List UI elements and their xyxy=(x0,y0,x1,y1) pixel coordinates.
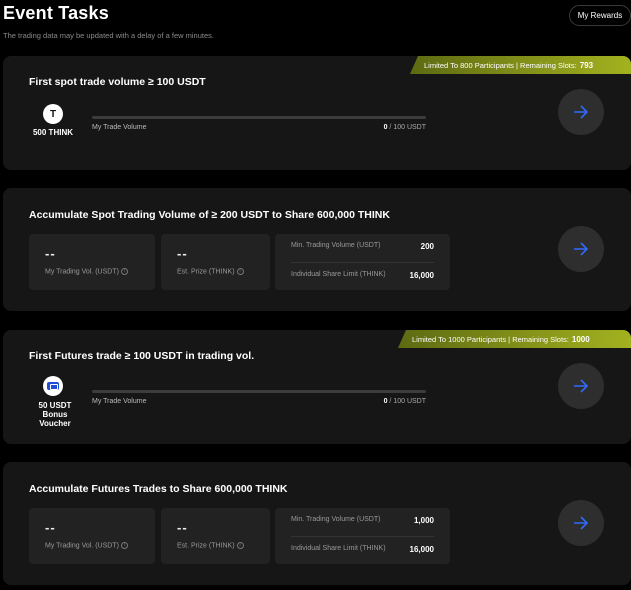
task-title: First Futures trade ≥ 100 USDT in tradin… xyxy=(29,350,255,362)
reward-label: 50 USDT Bonus Voucher xyxy=(25,401,85,428)
my-trading-vol-value: -- xyxy=(45,246,56,261)
arrow-right-icon xyxy=(574,105,589,119)
est-prize-box: -- Est. Prize (THINK) i xyxy=(161,508,270,564)
my-trading-vol-value: -- xyxy=(45,520,56,535)
my-trading-vol-label: My Trading Vol. (USDT) xyxy=(45,542,119,550)
token-letter: T xyxy=(49,108,57,120)
page-title: Event Tasks xyxy=(3,3,109,23)
data-delay-notice: The trading data may be updated with a d… xyxy=(3,31,214,40)
task-requirements-box: Min. Trading Volume (USDT) 200 Individual… xyxy=(275,234,450,290)
progress-value: 0 / 100 USDT xyxy=(346,398,426,405)
progress-label: My Trade Volume xyxy=(92,124,147,131)
min-volume-value: 200 xyxy=(420,242,434,251)
progress-label: My Trade Volume xyxy=(92,398,147,405)
task-card-spot-first-trade: Limited To 800 Participants | Remaining … xyxy=(3,56,631,170)
my-rewards-button[interactable]: My Rewards xyxy=(569,5,631,26)
info-icon[interactable]: i xyxy=(120,268,128,275)
arrow-right-icon xyxy=(574,379,589,393)
my-trading-vol-label: My Trading Vol. (USDT) xyxy=(45,268,119,276)
go-to-task-button[interactable] xyxy=(558,500,604,546)
voucher-icon xyxy=(43,376,63,396)
banner-text: Limited To 800 Participants | Remaining … xyxy=(424,60,577,70)
min-volume-value: 1,000 xyxy=(413,516,434,525)
info-icon[interactable]: i xyxy=(120,542,128,549)
reward-label-line: Voucher xyxy=(39,419,71,428)
task-card-futures-first-trade: Limited To 1000 Participants | Remaining… xyxy=(3,330,631,444)
arrow-right-icon xyxy=(574,242,589,256)
info-icon[interactable]: i xyxy=(236,542,244,549)
est-prize-value: -- xyxy=(177,246,188,261)
reward-label-line: 50 USDT xyxy=(38,401,72,410)
think-token-icon: T xyxy=(43,104,63,124)
share-limit-label: Individual Share Limit (THINK) xyxy=(291,271,386,278)
participant-limit-banner: Limited To 800 Participants | Remaining … xyxy=(410,56,631,74)
my-trading-vol-box: -- My Trading Vol. (USDT) i xyxy=(29,508,155,564)
arrow-right-icon xyxy=(574,516,589,530)
go-to-task-button[interactable] xyxy=(558,226,604,272)
task-card-spot-accumulate: Accumulate Spot Trading Volume of ≥ 200 … xyxy=(3,188,631,311)
task-card-futures-accumulate: Accumulate Futures Trades to Share 600,0… xyxy=(3,462,631,585)
est-prize-label: Est. Prize (THINK) xyxy=(177,268,235,276)
progress-total: / 100 USDT xyxy=(387,398,426,405)
banner-text: Limited To 1000 Participants | Remaining… xyxy=(412,334,569,344)
min-volume-label: Min. Trading Volume (USDT) xyxy=(291,516,381,523)
task-title: Accumulate Futures Trades to Share 600,0… xyxy=(29,483,288,495)
task-requirements-box: Min. Trading Volume (USDT) 1,000 Individu… xyxy=(275,508,450,564)
est-prize-value: -- xyxy=(177,520,188,535)
go-to-task-button[interactable] xyxy=(558,363,604,409)
go-to-task-button[interactable] xyxy=(558,89,604,135)
task-title: Accumulate Spot Trading Volume of ≥ 200 … xyxy=(29,209,390,221)
page-header: Event Tasks The trading data may be upda… xyxy=(0,0,631,50)
divider xyxy=(291,262,434,263)
remaining-slots: 793 xyxy=(579,60,594,70)
progress-value: 0 / 100 USDT xyxy=(346,124,426,131)
progress-total: / 100 USDT xyxy=(387,124,426,131)
reward-label: 500 THINK xyxy=(32,128,73,137)
progress-bar xyxy=(92,390,426,393)
min-volume-label: Min. Trading Volume (USDT) xyxy=(291,242,381,249)
reward-label-line: Bonus xyxy=(42,410,68,419)
participant-limit-banner: Limited To 1000 Participants | Remaining… xyxy=(398,330,631,348)
info-icon[interactable]: i xyxy=(236,268,244,275)
remaining-slots: 1000 xyxy=(571,334,590,344)
my-trading-vol-box: -- My Trading Vol. (USDT) i xyxy=(29,234,155,290)
divider xyxy=(291,536,434,537)
est-prize-label: Est. Prize (THINK) xyxy=(177,542,235,550)
share-limit-value: 16,000 xyxy=(409,545,434,554)
share-limit-label: Individual Share Limit (THINK) xyxy=(291,545,386,552)
share-limit-value: 16,000 xyxy=(409,271,434,280)
task-title: First spot trade volume ≥ 100 USDT xyxy=(29,76,206,88)
est-prize-box: -- Est. Prize (THINK) i xyxy=(161,234,270,290)
progress-bar xyxy=(92,116,426,119)
